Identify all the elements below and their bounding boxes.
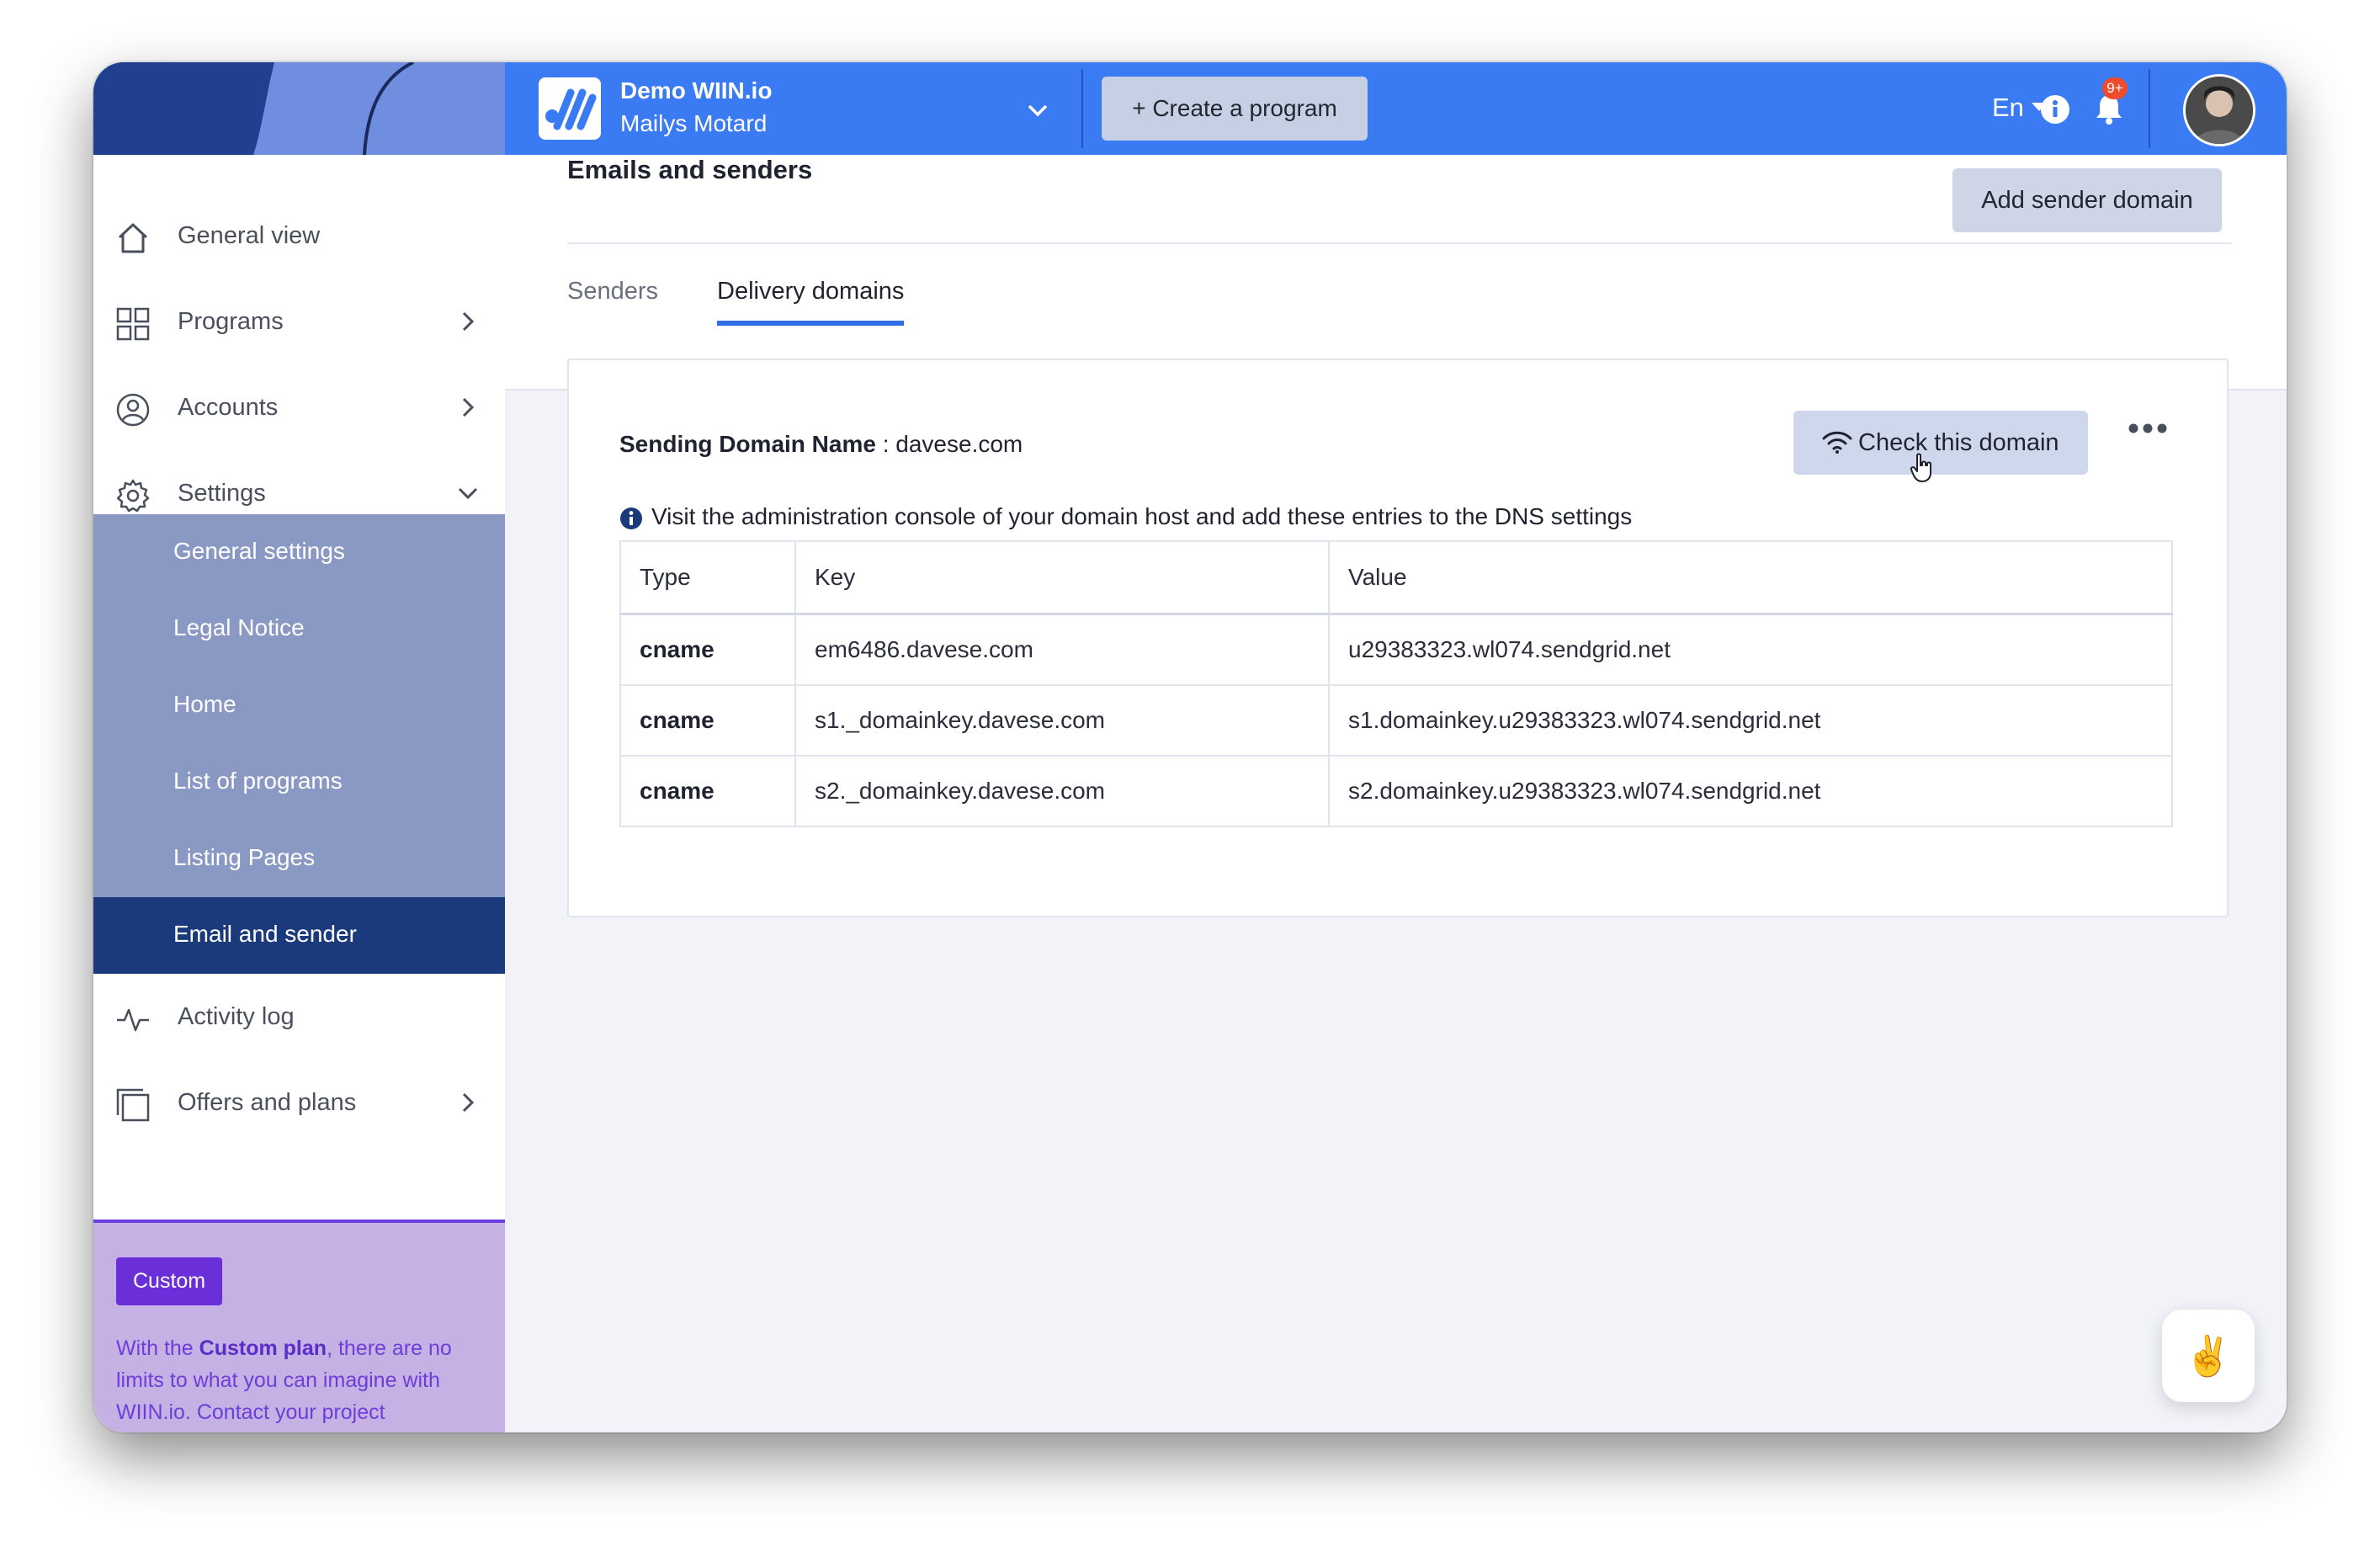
sidebar-item-label: Settings xyxy=(178,479,266,507)
submenu-item-listing-pages[interactable]: Listing Pages xyxy=(93,821,505,897)
table-header-row: Type Key Value xyxy=(619,540,2173,615)
submenu-item-general-settings[interactable]: General settings xyxy=(93,514,505,591)
topbar-divider xyxy=(2149,69,2150,148)
record-key: s1._domainkey.davese.com xyxy=(794,684,1330,757)
domain-label: Sending Domain Name xyxy=(619,431,876,457)
check-domain-label: Check this domain xyxy=(1858,429,2059,456)
sidebar-item-accounts[interactable]: Accounts xyxy=(93,364,505,450)
sidebar-item-label: General view xyxy=(178,221,321,249)
sidebar-item-programs[interactable]: Programs xyxy=(93,279,505,364)
table-row: cname em6486.davese.com u29383323.wl074.… xyxy=(619,613,2173,686)
more-options-icon[interactable] xyxy=(2128,422,2168,434)
create-program-button[interactable]: + Create a program xyxy=(1102,77,1368,141)
home-icon xyxy=(118,223,148,253)
submenu-item-label: Listing Pages xyxy=(173,844,316,870)
chevron-down-icon[interactable] xyxy=(1025,98,1050,123)
table-row: cname s1._domainkey.davese.com s1.domain… xyxy=(619,684,2173,757)
sidebar-item-offers-and-plans[interactable]: Offers and plans xyxy=(93,1060,505,1145)
user-avatar[interactable] xyxy=(2183,74,2255,146)
topbar-divider xyxy=(1081,69,1083,148)
org-logo xyxy=(539,77,601,140)
table-row: cname s2._domainkey.davese.com s2.domain… xyxy=(619,755,2173,827)
grid-icon xyxy=(116,307,150,341)
user-name: Mailys Motard xyxy=(620,110,768,136)
sidebar-item-label: Activity log xyxy=(178,1002,295,1030)
record-value: s1.domainkey.u29383323.wl074.sendgrid.ne… xyxy=(1328,684,2173,757)
submenu-item-email-and-sender[interactable]: Email and sender xyxy=(93,897,505,974)
check-domain-button[interactable]: Check this domain xyxy=(1793,411,2088,475)
top-bar: Demo WIIN.io Mailys Motard + Create a pr… xyxy=(505,62,2287,155)
submenu-item-legal-notice[interactable]: Legal Notice xyxy=(93,591,505,667)
settings-submenu: General settings Legal Notice Home List … xyxy=(93,514,505,974)
chevron-right-icon xyxy=(462,311,475,332)
submenu-item-label: Legal Notice xyxy=(173,614,305,640)
tab-senders[interactable]: Senders xyxy=(567,278,658,306)
submenu-item-label: General settings xyxy=(173,538,345,564)
record-value: s2.domainkey.u29383323.wl074.sendgrid.ne… xyxy=(1328,755,2173,827)
sending-domain-line: Sending Domain Name : davese.com xyxy=(619,431,1023,458)
info-icon xyxy=(620,507,642,529)
column-header-key: Key xyxy=(794,540,1330,615)
chevron-right-icon xyxy=(462,1092,475,1113)
sidebar-item-general-view[interactable]: General view xyxy=(93,193,505,279)
app-window: General view Programs Accounts Settings … xyxy=(93,62,2287,1432)
activity-icon xyxy=(117,1008,149,1032)
domain-separator: : xyxy=(875,431,896,457)
add-sender-domain-button[interactable]: Add sender domain xyxy=(1952,168,2222,232)
sidebar: General view Programs Accounts Settings … xyxy=(93,62,505,1432)
language-selector[interactable]: En xyxy=(1992,93,2024,123)
tab-delivery-domains[interactable]: Delivery domains xyxy=(717,278,904,306)
page-title: Emails and senders xyxy=(567,155,813,184)
column-header-value: Value xyxy=(1328,540,2173,615)
submenu-item-list-of-programs[interactable]: List of programs xyxy=(93,744,505,821)
gear-icon xyxy=(116,479,150,513)
record-type: cname xyxy=(619,684,796,757)
info-icon[interactable] xyxy=(2040,94,2070,125)
sidebar-item-label: Accounts xyxy=(178,393,279,421)
submenu-item-home[interactable]: Home xyxy=(93,667,505,744)
plan-promo: Custom With the Custom plan, there are n… xyxy=(93,1220,505,1432)
sidebar-item-activity-log[interactable]: Activity log xyxy=(93,974,505,1060)
sidebar-header-decoration xyxy=(93,62,505,155)
plan-text-prefix: With the xyxy=(116,1336,199,1360)
plan-description: With the Custom plan, there are no limit… xyxy=(116,1332,486,1428)
record-key: em6486.davese.com xyxy=(794,613,1330,686)
wifi-icon xyxy=(1822,431,1852,454)
dns-records-table: Type Key Value cname em6486.davese.com u… xyxy=(619,540,2173,827)
hand-pointer-icon xyxy=(1910,453,1931,482)
active-tab-indicator xyxy=(717,321,904,326)
submenu-item-label: Home xyxy=(173,691,236,717)
feedback-button[interactable]: ✌️ xyxy=(2162,1310,2255,1402)
record-type: cname xyxy=(619,755,796,827)
domain-name: davese.com xyxy=(895,431,1023,457)
header-divider xyxy=(567,242,2232,244)
user-circle-icon xyxy=(116,393,150,427)
dns-instructions: Visit the administration console of your… xyxy=(651,503,1633,529)
plan-text-bold: Custom plan xyxy=(199,1336,327,1360)
chevron-right-icon xyxy=(462,397,475,417)
record-value: u29383323.wl074.sendgrid.net xyxy=(1328,613,2173,686)
wiin-logo-icon xyxy=(545,88,597,130)
plan-badge: Custom xyxy=(116,1257,223,1305)
submenu-item-label: Email and sender xyxy=(173,921,357,947)
copy-icon xyxy=(116,1088,150,1122)
chevron-down-icon xyxy=(458,487,478,500)
org-name: Demo WIIN.io xyxy=(620,77,773,104)
record-type: cname xyxy=(619,613,796,686)
notification-badge: 9+ xyxy=(2102,77,2128,99)
column-header-type: Type xyxy=(619,540,796,615)
submenu-item-label: List of programs xyxy=(173,768,343,794)
record-key: s2._domainkey.davese.com xyxy=(794,755,1330,827)
domain-card: Sending Domain Name : davese.com Check t… xyxy=(567,359,2229,917)
sidebar-item-label: Offers and plans xyxy=(178,1088,357,1116)
sidebar-item-label: Programs xyxy=(178,307,284,335)
